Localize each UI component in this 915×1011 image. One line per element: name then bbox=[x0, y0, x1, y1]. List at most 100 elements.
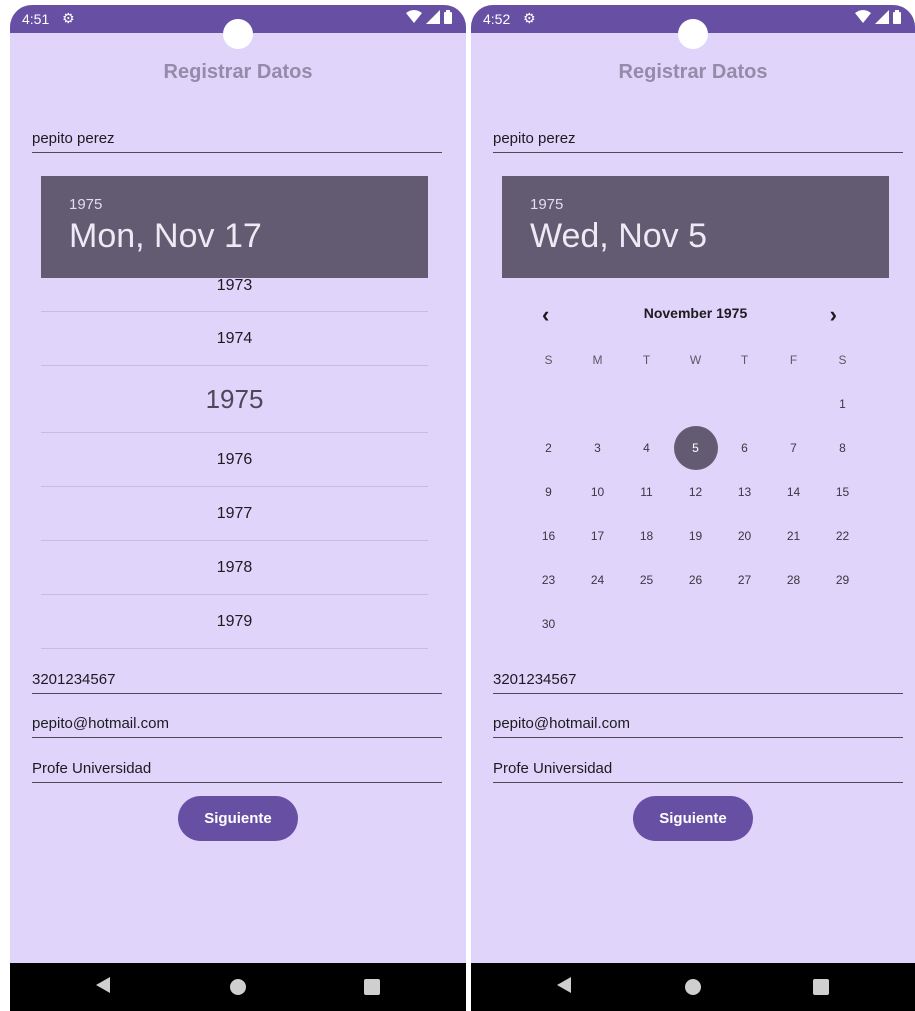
year-item-selected[interactable]: 1975 bbox=[41, 366, 428, 433]
status-time: 4:51 bbox=[22, 11, 50, 27]
calendar-day[interactable]: 9 bbox=[524, 470, 573, 514]
year-item[interactable]: 1976 bbox=[41, 433, 428, 487]
signal-icon bbox=[875, 10, 889, 24]
calendar-day[interactable]: 2 bbox=[524, 426, 573, 470]
calendar-week-row: 30 bbox=[502, 602, 889, 646]
calendar-day-label: 25 bbox=[639, 573, 654, 587]
chevron-right-icon[interactable]: › bbox=[830, 302, 837, 328]
calendar-day-label: 8 bbox=[839, 441, 846, 455]
occupation-field[interactable]: Profe Universidad bbox=[32, 759, 442, 783]
calendar-day[interactable]: 18 bbox=[622, 514, 671, 558]
calendar-day[interactable]: 27 bbox=[720, 558, 769, 602]
calendar-day-empty bbox=[622, 382, 671, 426]
next-button[interactable]: Siguiente bbox=[633, 796, 753, 841]
calendar-day-empty bbox=[573, 382, 622, 426]
weekday-label: F bbox=[789, 353, 798, 367]
calendar-day[interactable]: 21 bbox=[769, 514, 818, 558]
calendar-day-label: 13 bbox=[737, 485, 752, 499]
year-item[interactable]: 1979 bbox=[41, 595, 428, 649]
calendar-day[interactable]: 26 bbox=[671, 558, 720, 602]
calendar-day-label: 1 bbox=[839, 397, 846, 411]
calendar-day-empty bbox=[720, 602, 769, 646]
calendar-day-label: 6 bbox=[741, 441, 748, 455]
calendar-day-empty bbox=[573, 602, 622, 646]
home-icon[interactable] bbox=[230, 979, 246, 995]
calendar-day[interactable]: 8 bbox=[818, 426, 867, 470]
home-icon[interactable] bbox=[685, 979, 701, 995]
calendar-day-empty bbox=[769, 382, 818, 426]
calendar-day[interactable]: 23 bbox=[524, 558, 573, 602]
picker-header: 1975 Mon, Nov 17 bbox=[41, 176, 428, 278]
picker-header-date[interactable]: Wed, Nov 5 bbox=[530, 217, 889, 256]
weekday-label: W bbox=[689, 353, 702, 367]
wifi-icon bbox=[406, 10, 422, 23]
phone-field[interactable]: 3201234567 bbox=[32, 670, 442, 694]
occupation-field[interactable]: Profe Universidad bbox=[493, 759, 903, 783]
date-picker-dialog: 1975 Wed, Nov 5 ‹ November 1975 › S M T … bbox=[502, 176, 889, 646]
back-icon[interactable] bbox=[557, 977, 571, 993]
weekday-label: M bbox=[592, 353, 603, 367]
year-item[interactable]: 1973 bbox=[41, 278, 428, 312]
calendar-day-empty bbox=[671, 382, 720, 426]
calendar-day[interactable]: 15 bbox=[818, 470, 867, 514]
calendar-day-label: 9 bbox=[545, 485, 552, 499]
calendar-day[interactable]: 19 bbox=[671, 514, 720, 558]
calendar-day-label: 19 bbox=[688, 529, 703, 543]
page-title: Registrar Datos bbox=[618, 61, 768, 83]
year-list[interactable]: 1973 1974 1975 1976 1977 1978 1979 bbox=[41, 278, 428, 649]
calendar-nav: ‹ November 1975 › bbox=[502, 292, 889, 338]
calendar-day[interactable]: 12 bbox=[671, 470, 720, 514]
year-item[interactable]: 1978 bbox=[41, 541, 428, 595]
calendar-day[interactable]: 17 bbox=[573, 514, 622, 558]
year-item[interactable]: 1974 bbox=[41, 312, 428, 366]
email-field[interactable]: pepito@hotmail.com bbox=[32, 714, 442, 738]
calendar-day[interactable]: 10 bbox=[573, 470, 622, 514]
calendar-day[interactable]: 3 bbox=[573, 426, 622, 470]
email-field[interactable]: pepito@hotmail.com bbox=[493, 714, 903, 738]
calendar-day[interactable]: 28 bbox=[769, 558, 818, 602]
calendar-day[interactable]: 30 bbox=[524, 602, 573, 646]
calendar-day[interactable]: 22 bbox=[818, 514, 867, 558]
calendar-day-label: 29 bbox=[835, 573, 850, 587]
name-field[interactable]: pepito perez bbox=[32, 129, 442, 153]
calendar-day[interactable]: 4 bbox=[622, 426, 671, 470]
recent-apps-icon[interactable] bbox=[813, 979, 829, 995]
calendar-week-row: 1 bbox=[502, 382, 889, 426]
calendar-day[interactable]: 16 bbox=[524, 514, 573, 558]
calendar-day-label: 3 bbox=[594, 441, 601, 455]
calendar-grid: S M T W T F S 1 2 3 4 5 6 7 8 9 10 11 12 13 14 15 16 17 1… bbox=[502, 338, 889, 646]
gear-icon: ⚙ bbox=[62, 10, 75, 26]
calendar-day-selected[interactable]: 5 bbox=[671, 426, 720, 470]
calendar-day-label: 23 bbox=[541, 573, 556, 587]
phone-field[interactable]: 3201234567 bbox=[493, 670, 903, 694]
calendar-day[interactable]: 6 bbox=[720, 426, 769, 470]
calendar-day[interactable]: 29 bbox=[818, 558, 867, 602]
calendar-week-row: 2 3 4 5 6 7 8 bbox=[502, 426, 889, 470]
picker-header-date[interactable]: Mon, Nov 17 bbox=[69, 217, 428, 256]
calendar-day[interactable]: 13 bbox=[720, 470, 769, 514]
phone-screen-year-picker: 4:51 ⚙ Registrar Datos pepito perez 1975… bbox=[10, 5, 466, 1011]
calendar-day-label: 22 bbox=[835, 529, 850, 543]
calendar-day[interactable]: 7 bbox=[769, 426, 818, 470]
calendar-day[interactable]: 14 bbox=[769, 470, 818, 514]
calendar-day[interactable]: 1 bbox=[818, 382, 867, 426]
calendar-day[interactable]: 11 bbox=[622, 470, 671, 514]
year-item[interactable]: 1977 bbox=[41, 487, 428, 541]
picker-header-year[interactable]: 1975 bbox=[69, 196, 428, 213]
calendar-day-label: 11 bbox=[640, 485, 653, 499]
calendar-day-empty bbox=[524, 382, 573, 426]
calendar-day[interactable]: 20 bbox=[720, 514, 769, 558]
wifi-icon bbox=[855, 10, 871, 23]
calendar-day-label: 14 bbox=[786, 485, 801, 499]
recent-apps-icon[interactable] bbox=[364, 979, 380, 995]
calendar-day-label: 30 bbox=[541, 617, 556, 631]
back-icon[interactable] bbox=[96, 977, 110, 993]
picker-header-year[interactable]: 1975 bbox=[530, 196, 889, 213]
calendar-day[interactable]: 25 bbox=[622, 558, 671, 602]
name-field[interactable]: pepito perez bbox=[493, 129, 903, 153]
calendar-week-row: 16 17 18 19 20 21 22 bbox=[502, 514, 889, 558]
phone-screen-calendar: 4:52 ⚙ Registrar Datos pepito perez 1975… bbox=[471, 5, 915, 1011]
next-button[interactable]: Siguiente bbox=[178, 796, 298, 841]
calendar-day[interactable]: 24 bbox=[573, 558, 622, 602]
calendar-day-label: 18 bbox=[639, 529, 654, 543]
